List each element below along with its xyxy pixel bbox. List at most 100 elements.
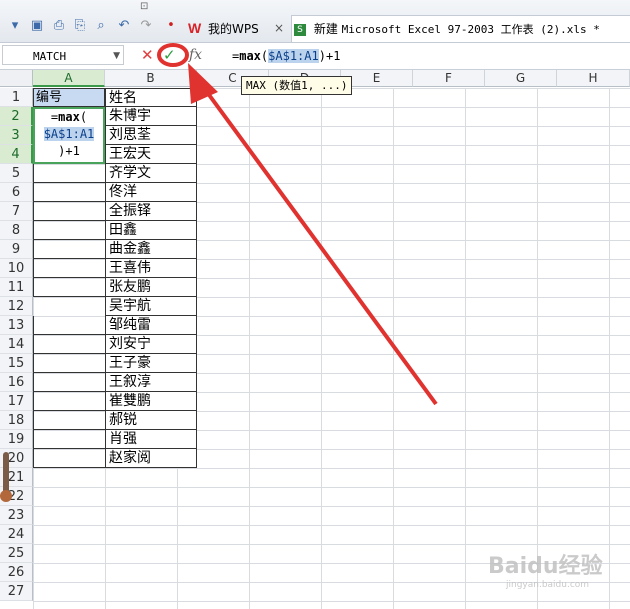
row-header[interactable]: 4 bbox=[0, 145, 33, 164]
row-header[interactable]: 19 bbox=[0, 430, 33, 449]
tab-file-name: Microsoft Excel 97-2003 工作表 (2).xls * bbox=[341, 23, 600, 36]
cancel-icon[interactable]: ✕ bbox=[141, 46, 154, 64]
save-icon[interactable]: ▣ bbox=[30, 19, 44, 33]
table-cell-a[interactable] bbox=[33, 373, 105, 392]
formula-input[interactable]: =max($A$1:A1)+1 bbox=[232, 47, 340, 65]
preview-icon[interactable]: ⌕ bbox=[94, 19, 108, 33]
slider-knob[interactable] bbox=[0, 490, 12, 502]
row-header[interactable]: 15 bbox=[0, 354, 33, 373]
row-header[interactable]: 11 bbox=[0, 278, 33, 297]
table-cell-name[interactable]: 王子豪 bbox=[105, 354, 197, 373]
row-header[interactable]: 7 bbox=[0, 202, 33, 221]
dropdown-icon[interactable]: • bbox=[164, 19, 178, 33]
print-icon[interactable]: ⎘ bbox=[73, 19, 87, 33]
table-cell-name[interactable]: 邹纯雷 bbox=[105, 316, 197, 335]
table-cell-a[interactable] bbox=[33, 335, 105, 354]
table-cell-a[interactable] bbox=[33, 430, 105, 449]
table-cell-name[interactable]: 刘思荃 bbox=[105, 126, 197, 145]
column-header-f[interactable]: F bbox=[413, 70, 485, 87]
column-a-cells: 编号 =max( $A$1:A1 )+1 bbox=[33, 88, 105, 468]
table-cell-a[interactable] bbox=[33, 411, 105, 430]
insert-function-icon[interactable]: fx bbox=[189, 46, 202, 64]
chevron-down-icon[interactable]: ▼ bbox=[113, 46, 120, 66]
table-cell-name[interactable]: 肖强 bbox=[105, 430, 197, 449]
edit-paren: ( bbox=[79, 110, 88, 124]
undo-icon[interactable]: ↶ bbox=[117, 19, 131, 33]
table-cell-name[interactable]: 曲金鑫 bbox=[105, 240, 197, 259]
watermark-main: Baidu经验 bbox=[488, 554, 603, 579]
row-header[interactable]: 10 bbox=[0, 259, 33, 278]
title-bar: ⊡ ▾ ▣ ⎙ ⎘ ⌕ ↶ ↷ • W 我的WPS × S 新建 Microso… bbox=[0, 0, 630, 43]
spreadsheet-file-icon: S bbox=[294, 23, 306, 36]
table-cell-a[interactable] bbox=[33, 278, 105, 297]
edit-ref: $A$1:A1 bbox=[43, 127, 95, 141]
row-header[interactable]: 26 bbox=[0, 563, 33, 582]
cell-a2-editor[interactable]: =max( $A$1:A1 )+1 bbox=[33, 107, 105, 164]
redo-icon[interactable]: ↷ bbox=[139, 19, 153, 33]
table-cell-name[interactable]: 齐学文 bbox=[105, 164, 197, 183]
table-cell-a[interactable] bbox=[33, 259, 105, 278]
table-cell-a[interactable] bbox=[33, 221, 105, 240]
tab-my-wps-close-icon[interactable]: × bbox=[274, 15, 284, 41]
row-header[interactable]: 13 bbox=[0, 316, 33, 335]
row-header[interactable]: 18 bbox=[0, 411, 33, 430]
table-cell-a[interactable] bbox=[33, 392, 105, 411]
edit-line-3: )+1 bbox=[58, 144, 80, 158]
row-header[interactable]: 14 bbox=[0, 335, 33, 354]
tab-my-wps-label: 我的WPS bbox=[208, 22, 259, 36]
select-all-corner[interactable] bbox=[0, 70, 33, 87]
row-header[interactable]: 16 bbox=[0, 373, 33, 392]
column-header-h[interactable]: H bbox=[557, 70, 630, 87]
formula-ref-b: 1 bbox=[311, 49, 319, 63]
row-header[interactable]: 24 bbox=[0, 525, 33, 544]
window-mark: ⊡ bbox=[140, 1, 149, 12]
table-cell-name[interactable]: 朱博宇 bbox=[105, 107, 197, 126]
tab-file[interactable]: S 新建 Microsoft Excel 97-2003 工作表 (2).xls… bbox=[291, 15, 630, 42]
table-cell-name[interactable]: 王宏天 bbox=[105, 145, 197, 164]
row-header[interactable]: 3 bbox=[0, 126, 33, 145]
edit-line-2: $A$1:A1 bbox=[35, 126, 103, 143]
confirm-check-icon[interactable]: ✓ bbox=[163, 46, 176, 64]
row-header[interactable]: 27 bbox=[0, 582, 33, 601]
row-header[interactable]: 23 bbox=[0, 506, 33, 525]
table-cell-a[interactable] bbox=[33, 164, 105, 183]
formula-ref-a: $A$1:A bbox=[268, 49, 312, 63]
cell-b1-header[interactable]: 姓名 bbox=[105, 88, 197, 107]
column-header-a[interactable]: A bbox=[33, 70, 105, 87]
tab-file-prefix: 新建 bbox=[313, 22, 338, 36]
table-cell-name[interactable]: 全振铎 bbox=[105, 202, 197, 221]
cell-a1[interactable]: 编号 bbox=[33, 88, 105, 107]
table-cell-name[interactable]: 张友鹏 bbox=[105, 278, 197, 297]
row-header[interactable]: 8 bbox=[0, 221, 33, 240]
table-cell-name[interactable]: 王喜伟 bbox=[105, 259, 197, 278]
table-cell-a[interactable] bbox=[33, 183, 105, 202]
row-header[interactable]: 2 bbox=[0, 107, 33, 126]
export-icon[interactable]: ⎙ bbox=[52, 19, 66, 33]
row-header[interactable]: 9 bbox=[0, 240, 33, 259]
row-header[interactable]: 5 bbox=[0, 164, 33, 183]
table-cell-a[interactable] bbox=[33, 449, 105, 468]
row-header[interactable]: 1 bbox=[0, 88, 33, 107]
table-cell-name[interactable]: 郝锐 bbox=[105, 411, 197, 430]
table-cell-a[interactable] bbox=[33, 354, 105, 373]
row-header[interactable]: 17 bbox=[0, 392, 33, 411]
menu-icon[interactable]: ▾ bbox=[8, 19, 22, 33]
table-cell-name[interactable]: 赵家阅 bbox=[105, 449, 197, 468]
row-header[interactable]: 12 bbox=[0, 297, 33, 316]
formula-func: max bbox=[239, 49, 261, 63]
table-cell-name[interactable]: 崔雙鹏 bbox=[105, 392, 197, 411]
table-cell-name[interactable]: 田鑫 bbox=[105, 221, 197, 240]
table-cell-a[interactable] bbox=[33, 316, 105, 335]
table-cell-a[interactable] bbox=[33, 202, 105, 221]
row-header[interactable]: 6 bbox=[0, 183, 33, 202]
column-header-b[interactable]: B bbox=[105, 70, 197, 87]
tab-my-wps[interactable]: W 我的WPS bbox=[188, 15, 288, 41]
table-cell-name[interactable]: 吴宇航 bbox=[105, 297, 197, 316]
name-box[interactable]: MATCH ▼ bbox=[2, 45, 124, 65]
table-cell-a[interactable] bbox=[33, 240, 105, 259]
table-cell-name[interactable]: 佟洋 bbox=[105, 183, 197, 202]
column-header-g[interactable]: G bbox=[485, 70, 557, 87]
table-cell-name[interactable]: 王叙淳 bbox=[105, 373, 197, 392]
table-cell-name[interactable]: 刘安宁 bbox=[105, 335, 197, 354]
row-header[interactable]: 25 bbox=[0, 544, 33, 563]
